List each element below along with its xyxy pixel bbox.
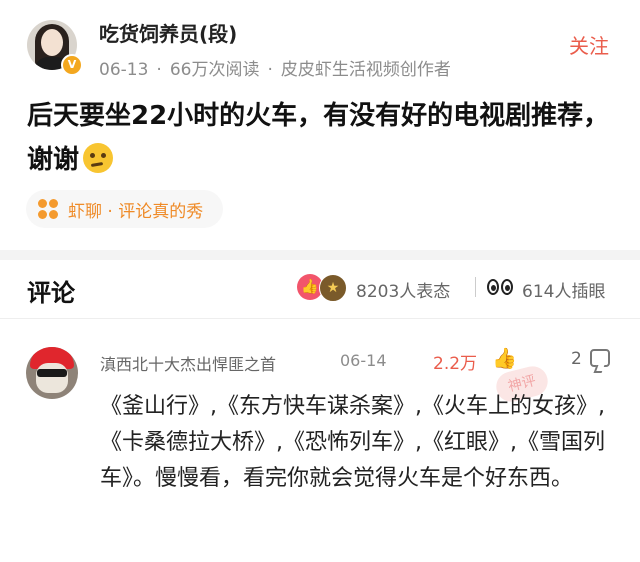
header-separator (475, 277, 476, 297)
creator-tag: 皮皮虾生活视频创作者 (280, 60, 451, 80)
commenter-name[interactable]: 滇西北十大杰出悍匪之首 (100, 351, 276, 375)
follow-button[interactable]: 关注 (569, 30, 609, 59)
post-title: 后天要坐22小时的火车，有没有好的电视剧推荐，谢谢 (27, 94, 617, 182)
reply-count[interactable]: 2 (571, 349, 582, 369)
comment-like-count[interactable]: 2.2万 (433, 349, 477, 374)
post-meta: 06-13 · 66万次阅读 · 皮皮虾生活视频创作者 (99, 60, 451, 80)
thinking-face-emoji (83, 143, 114, 173)
post-date: 06-13 (99, 60, 149, 80)
reaction-count[interactable]: 8203人表态 (356, 277, 450, 302)
comment-text: 《釜山行》,《东方快车谋杀案》,《火车上的女孩》,《卡桑德拉大桥》,《恐怖列车》… (100, 394, 605, 491)
view-count: 66万次阅读 (169, 60, 260, 80)
reaction-icons[interactable]: 👍 ★ (297, 273, 351, 303)
comments-title: 评论 (27, 279, 75, 307)
comment-item: 滇西北十大杰出悍匪之首 06-14 2.2万 👍 神评 2 《釜山行》,《东方快… (0, 319, 640, 562)
eyes-collect-icon[interactable] (487, 277, 515, 297)
reply-icon[interactable] (590, 349, 610, 367)
section-divider (0, 250, 640, 260)
author-name[interactable]: 吃货饲养员(段) (99, 18, 237, 47)
thumb-up-icon[interactable]: 👍 (492, 346, 517, 370)
flower-topic-icon (38, 199, 58, 219)
star-reaction-icon: ★ (319, 274, 347, 302)
collect-count[interactable]: 614人插眼 (522, 277, 605, 302)
comment-date: 06-14 (340, 351, 387, 370)
commenter-avatar[interactable] (26, 347, 78, 399)
post-title-text: 后天要坐22小时的火车，有没有好的电视剧推荐，谢谢 (27, 101, 610, 175)
comments-header: 评论 👍 ★ 8203人表态 614人插眼 (0, 260, 640, 319)
topic-tag-label: 虾聊 · 评论真的秀 (68, 201, 204, 222)
topic-tag[interactable]: 虾聊 · 评论真的秀 (26, 190, 224, 228)
post-card: V 吃货饲养员(段) 06-13 · 66万次阅读 · 皮皮虾生活视频创作者 关注 后天… (0, 0, 640, 250)
verified-badge-icon: V (61, 54, 83, 76)
